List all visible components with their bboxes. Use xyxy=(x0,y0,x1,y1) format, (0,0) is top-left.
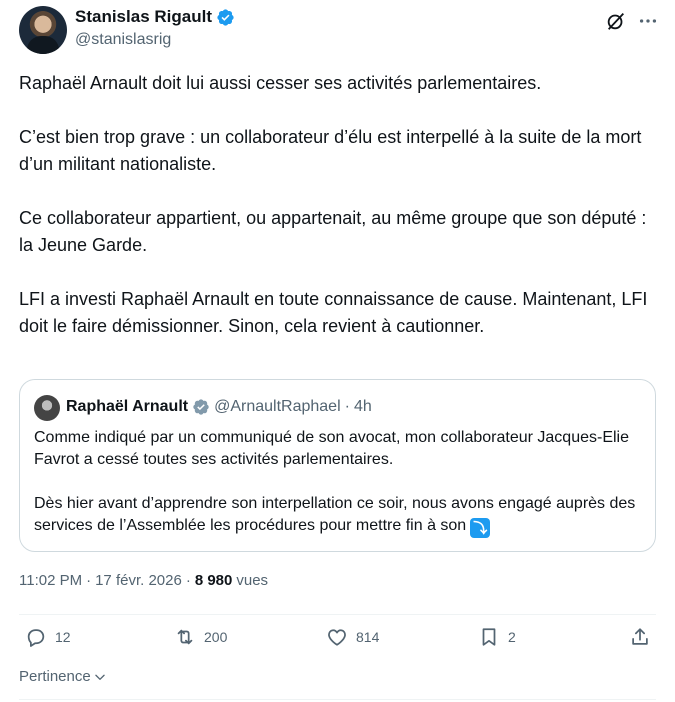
quoted-display-name[interactable]: Raphaël Arnault xyxy=(66,398,188,416)
like-count: 814 xyxy=(356,629,380,645)
tweet-time[interactable]: 11:02 PM xyxy=(19,572,82,589)
quoted-time[interactable]: 4h xyxy=(354,398,372,416)
tweet-paragraph: LFI a investi Raphaël Arnault en toute c… xyxy=(19,289,648,336)
repost-button[interactable]: 200 xyxy=(174,626,227,648)
author-name-row: Stanislas Rigault xyxy=(75,7,235,27)
share-button[interactable] xyxy=(629,626,651,648)
quoted-handle[interactable]: @ArnaultRaphael xyxy=(214,398,341,416)
grok-icon[interactable] xyxy=(605,10,627,32)
reply-count: 12 xyxy=(55,629,71,645)
quoted-paragraph-text: Dès hier avant d’apprendre son interpell… xyxy=(34,495,636,534)
quoted-paragraph: Comme indiqué par un communiqué de son a… xyxy=(34,429,629,468)
action-bar: 12 200 814 2 xyxy=(0,626,675,658)
like-icon xyxy=(328,629,346,646)
bookmark-button[interactable]: 2 xyxy=(478,626,516,648)
tweet-paragraph: C’est bien trop grave : un collaborateur… xyxy=(19,127,642,174)
reply-icon xyxy=(27,629,45,647)
quoted-text: Comme indiqué par un communiqué de son a… xyxy=(34,427,644,538)
sort-label: Pertinence xyxy=(19,668,91,685)
verified-badge-icon xyxy=(217,8,234,26)
tweet-date[interactable]: 17 févr. 2026 xyxy=(95,572,182,589)
views-count: 8 980 xyxy=(194,572,233,589)
author-handle[interactable]: @stanislasrig xyxy=(75,31,171,49)
views-label: vues xyxy=(236,572,269,589)
sort-dropdown[interactable]: Pertinence xyxy=(19,668,107,685)
chevron-down-icon xyxy=(94,674,105,680)
tweet-meta: 11:02 PM · 17 févr. 2026 · 8 980 vues xyxy=(19,572,268,589)
divider xyxy=(19,614,656,615)
quoted-paragraph: Dès hier avant d’apprendre son interpell… xyxy=(34,493,644,538)
author-display-name[interactable]: Stanislas Rigault xyxy=(75,7,212,27)
tweet-text: Raphaël Arnault doit lui aussi cesser se… xyxy=(19,70,659,340)
quoted-separator: · xyxy=(344,398,350,415)
reply-button[interactable]: 12 xyxy=(25,626,71,648)
quoted-tweet[interactable]: Raphaël Arnault @ArnaultRaphael · 4h Com… xyxy=(19,379,656,552)
repost-icon xyxy=(177,629,193,645)
tweet-paragraph: Raphaël Arnault doit lui aussi cesser se… xyxy=(19,73,542,93)
tweet: Stanislas Rigault @stanislasrig Raphaël … xyxy=(0,0,675,702)
meta-separator: · xyxy=(86,572,92,589)
quoted-avatar[interactable] xyxy=(34,395,60,421)
bookmark-count: 2 xyxy=(508,629,516,645)
avatar[interactable] xyxy=(19,6,67,54)
tweet-paragraph: Ce collaborateur appartient, ou apparten… xyxy=(19,208,647,255)
share-icon xyxy=(632,628,648,645)
show-more-icon[interactable]: ⤵ xyxy=(470,518,491,538)
repost-count: 200 xyxy=(204,629,228,645)
quoted-header: Raphaël Arnault @ArnaultRaphael · 4h xyxy=(66,398,372,416)
verified-badge-icon xyxy=(193,399,209,415)
meta-separator: · xyxy=(185,572,191,589)
more-icon[interactable] xyxy=(637,10,659,32)
like-button[interactable]: 814 xyxy=(326,626,379,648)
bookmark-icon xyxy=(482,628,496,646)
divider xyxy=(19,699,656,700)
